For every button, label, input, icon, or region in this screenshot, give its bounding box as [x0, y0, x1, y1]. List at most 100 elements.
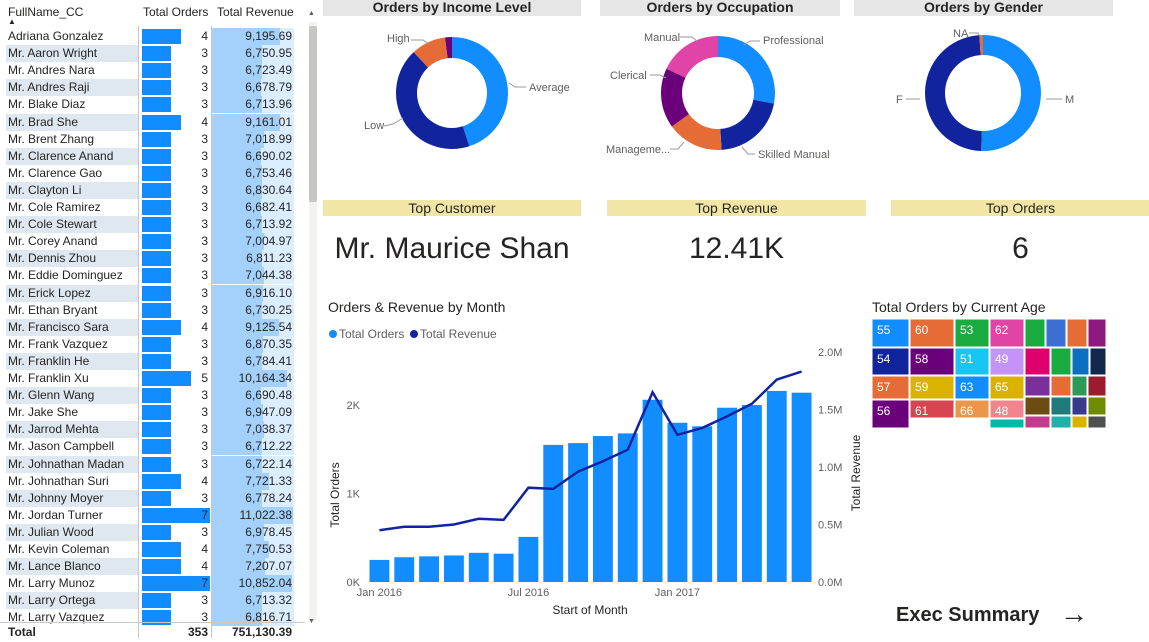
- orders-bar[interactable]: [468, 552, 489, 582]
- legend-revenue-label[interactable]: Total Revenue: [420, 327, 497, 341]
- treemap-cell-label[interactable]: 56: [877, 404, 891, 418]
- table-row[interactable]: Mr. Franklin He 3 6,784.41: [0, 352, 305, 370]
- treemap-cell[interactable]: [1024, 415, 1051, 429]
- table-row[interactable]: Mr. Johnathan Suri 4 7,721.33: [0, 472, 305, 490]
- table-row[interactable]: Mr. Ethan Bryant 3 6,730.25: [0, 301, 305, 319]
- table-row[interactable]: Mr. Jason Campbell 3 6,712.22: [0, 438, 305, 456]
- treemap-cell[interactable]: [1071, 396, 1088, 416]
- table-row[interactable]: Mr. Frank Vazquez 3 6,870.35: [0, 335, 305, 353]
- scroll-up-icon[interactable]: ▲: [308, 10, 315, 17]
- table-row[interactable]: Mr. Corey Anand 3 7,004.97: [0, 233, 305, 251]
- arrow-right-icon[interactable]: →: [1060, 600, 1088, 628]
- treemap-cell-label[interactable]: 61: [915, 404, 929, 418]
- orders-bar[interactable]: [394, 557, 415, 582]
- treemap-cell-label[interactable]: 57: [877, 380, 891, 394]
- table-row[interactable]: Mr. Andres Nara 3 6,723.49: [0, 62, 305, 80]
- table-row[interactable]: Mr. Blake Diaz 3 6,713.96: [0, 96, 305, 114]
- treemap-cell-label[interactable]: 51: [960, 352, 974, 366]
- orders-bar[interactable]: [419, 556, 440, 582]
- income-donut-chart[interactable]: High Average Low: [323, 20, 583, 170]
- table-row[interactable]: Mr. Clayton Li 3 6,830.64: [0, 181, 305, 199]
- table-row[interactable]: Mr. Glenn Wang 3 6,690.48: [0, 387, 305, 405]
- orders-bar[interactable]: [766, 390, 787, 582]
- orders-bar[interactable]: [642, 399, 663, 582]
- treemap-cell[interactable]: [1024, 319, 1046, 348]
- treemap-cell[interactable]: [1024, 375, 1051, 397]
- table-row[interactable]: Mr. Clarence Anand 3 6,690.02: [0, 147, 305, 165]
- orders-bar[interactable]: [791, 392, 812, 582]
- treemap-cell[interactable]: [1050, 415, 1072, 429]
- treemap-cell[interactable]: [1024, 347, 1051, 376]
- treemap-cell[interactable]: [1045, 319, 1067, 348]
- table-row[interactable]: Mr. Francisco Sara 4 9,125.54: [0, 318, 305, 336]
- table-row[interactable]: Mr. Kevin Coleman 4 7,750.53: [0, 541, 305, 558]
- treemap-cell-label[interactable]: 63: [960, 380, 974, 394]
- table-row[interactable]: Mr. Brad She 4 9,161.01: [0, 113, 305, 131]
- col-header-name[interactable]: FullName_CC: [8, 5, 83, 19]
- treemap-cell[interactable]: [1050, 375, 1072, 397]
- orders-bar[interactable]: [369, 559, 390, 582]
- legend-orders-label[interactable]: Total Orders: [339, 327, 404, 341]
- treemap-cell-label[interactable]: 53: [960, 323, 974, 337]
- orders-bar[interactable]: [692, 426, 713, 582]
- orders-bar[interactable]: [617, 433, 638, 582]
- treemap-cell-label[interactable]: 48: [995, 404, 1009, 418]
- treemap-cell-label[interactable]: 54: [877, 352, 891, 366]
- table-row[interactable]: Mr. Lance Blanco 4 7,207.07: [0, 558, 305, 576]
- treemap-cell[interactable]: [1089, 347, 1107, 376]
- sort-ascending-icon[interactable]: ▲: [8, 17, 16, 26]
- table-row[interactable]: Mr. Jarrod Mehta 3 7,038.37: [0, 421, 305, 439]
- donut-slice[interactable]: [981, 35, 1041, 151]
- table-row[interactable]: Mr. Erick Lopez 3 6,916.10: [0, 284, 305, 302]
- treemap-cell-label[interactable]: 66: [960, 404, 974, 418]
- table-row[interactable]: Mr. Dennis Zhou 3 6,811.23: [0, 250, 305, 268]
- orders-bar[interactable]: [543, 444, 564, 582]
- orders-bar[interactable]: [518, 536, 539, 582]
- orders-bar[interactable]: [741, 405, 762, 582]
- treemap-cell-label[interactable]: 58: [915, 352, 929, 366]
- treemap-cell-label[interactable]: 60: [915, 323, 929, 337]
- occupation-donut-chart[interactable]: Manual Professional Clerical Manageme...…: [600, 20, 845, 170]
- table-row[interactable]: Mr. Cole Ramirez 3 6,682.41: [0, 199, 305, 216]
- treemap-cell[interactable]: [1087, 415, 1107, 429]
- table-row[interactable]: Mr. Larry Munoz 7 10,852.04: [0, 575, 305, 593]
- table-row[interactable]: Mr. Jordan Turner 7 11,022.38: [0, 506, 305, 524]
- treemap-cell-label[interactable]: 49: [995, 352, 1009, 366]
- table-row[interactable]: Mr. Franklin Xu 5 10,164.34: [0, 370, 305, 387]
- treemap-cell[interactable]: [1050, 396, 1072, 416]
- table-row[interactable]: Mr. Aaron Wright 3 6,750.95: [0, 45, 305, 63]
- treemap-cell[interactable]: [1024, 396, 1051, 416]
- age-treemap[interactable]: 55 60 53 62 54 58 51 49 57 59 63 65 56 61 66 48: [872, 319, 1122, 429]
- orders-bar[interactable]: [493, 553, 514, 582]
- treemap-cell[interactable]: [1087, 375, 1107, 397]
- table-row[interactable]: Mr. Larry Ortega 3 6,713.32: [0, 592, 305, 610]
- orders-revenue-combo-chart[interactable]: Total Orders Total Revenue 0K1K2K0.0M0.5…: [322, 320, 862, 620]
- orders-bar[interactable]: [717, 407, 738, 582]
- table-row[interactable]: Mr. Andres Raji 3 6,678.79: [0, 79, 305, 97]
- table-row[interactable]: Mr. Cole Stewart 3 6,713.92: [0, 216, 305, 234]
- treemap-cell[interactable]: [1071, 415, 1088, 429]
- table-row[interactable]: Mr. Jake She 3 6,947.09: [0, 404, 305, 422]
- table-scrollbar-thumb[interactable]: [309, 26, 317, 202]
- table-row[interactable]: Mr. Johnathan Madan 3 6,722.14: [0, 455, 305, 473]
- treemap-cell-label[interactable]: 55: [877, 323, 891, 337]
- orders-bar[interactable]: [443, 555, 464, 582]
- table-row[interactable]: Mr. Clarence Gao 3 6,753.46: [0, 164, 305, 182]
- col-header-revenue[interactable]: Total Revenue: [217, 5, 294, 19]
- table-row[interactable]: Mr. Johnny Moyer 3 6,778.24: [0, 489, 305, 507]
- donut-slice[interactable]: [720, 99, 774, 150]
- col-header-orders[interactable]: Total Orders: [143, 5, 208, 19]
- exec-summary-link[interactable]: Exec Summary: [896, 604, 1039, 627]
- donut-slice[interactable]: [395, 52, 470, 150]
- table-row[interactable]: Mr. Julian Wood 3 6,978.45: [0, 523, 305, 541]
- revenue-line[interactable]: [379, 370, 802, 532]
- table-row[interactable]: Adriana Gonzalez 4 9,195.69: [0, 28, 305, 45]
- treemap-cell-label[interactable]: 65: [995, 380, 1009, 394]
- orders-bar[interactable]: [667, 422, 688, 582]
- treemap-cell[interactable]: [1071, 375, 1088, 397]
- treemap-cell-label[interactable]: 59: [915, 380, 929, 394]
- gender-donut-chart[interactable]: NA F M: [854, 20, 1114, 170]
- treemap-cell[interactable]: [1050, 347, 1072, 376]
- treemap-cell[interactable]: [1071, 347, 1090, 376]
- treemap-cell[interactable]: [989, 418, 1025, 429]
